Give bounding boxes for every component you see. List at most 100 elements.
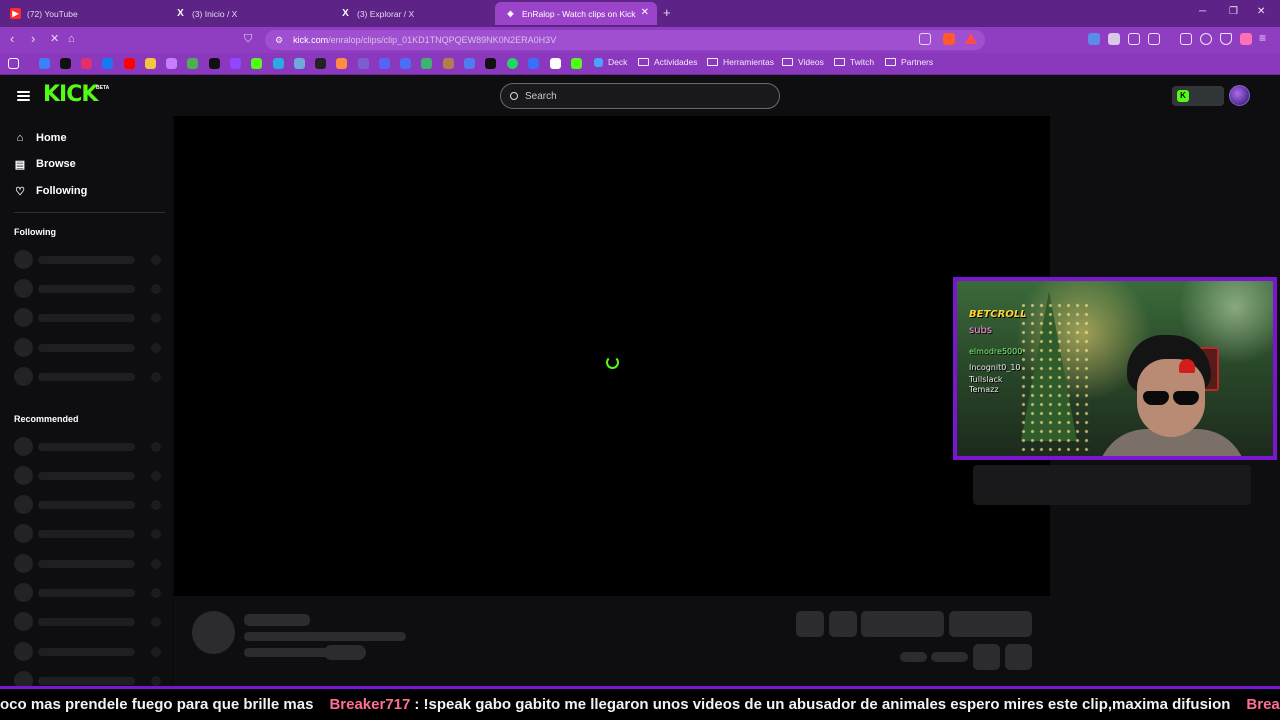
bookmark-favicon[interactable] bbox=[315, 58, 326, 69]
brave-rewards-icon[interactable] bbox=[965, 33, 977, 44]
skeleton-channel-row bbox=[14, 437, 164, 456]
tab-x-explorar[interactable]: X (3) Explorar / X bbox=[330, 2, 495, 25]
overlay-sub-name: elmodre5000 bbox=[969, 347, 1023, 356]
restore-icon[interactable]: ❐ bbox=[1229, 6, 1238, 17]
bookmark-folder-twitch[interactable]: Twitch bbox=[834, 57, 874, 67]
sponsor-logo: BETCROLL bbox=[969, 309, 1027, 320]
button-placeholder bbox=[973, 644, 1000, 670]
sidebar-toggle-icon[interactable] bbox=[1148, 33, 1160, 45]
new-tab-button[interactable]: + bbox=[663, 5, 671, 20]
bookmark-favicon[interactable] bbox=[294, 58, 305, 69]
bookmark-favicon[interactable] bbox=[358, 58, 369, 69]
forward-icon[interactable]: › bbox=[31, 32, 35, 46]
tiktok-icon[interactable] bbox=[60, 58, 71, 69]
share-icon[interactable] bbox=[919, 33, 931, 45]
tab-youtube[interactable]: ▶ (72) YouTube bbox=[0, 2, 165, 25]
bookmark-favicon[interactable] bbox=[187, 58, 198, 69]
extension-icon-1[interactable] bbox=[1088, 33, 1100, 45]
content-placeholder bbox=[973, 465, 1251, 505]
extensions-puzzle-icon[interactable] bbox=[1128, 33, 1140, 45]
tab-x-inicio[interactable]: X (3) Inicio / X bbox=[165, 2, 330, 25]
kick-logo[interactable]: KICK bbox=[43, 84, 98, 106]
skeleton-channel-row bbox=[14, 642, 164, 661]
stop-loading-icon[interactable]: ✕ bbox=[50, 32, 59, 46]
bookmark-icon[interactable]: ⛉ bbox=[244, 32, 252, 46]
site-info-icon[interactable]: ⚙ bbox=[275, 35, 283, 46]
bookmark-favicon[interactable] bbox=[485, 58, 496, 69]
user-avatar[interactable] bbox=[1229, 85, 1250, 106]
bookmark-folder-actividades[interactable]: Actividades bbox=[638, 57, 697, 67]
bookmark-favicon[interactable] bbox=[528, 58, 539, 69]
leo-ai-icon[interactable] bbox=[1200, 33, 1212, 45]
sidebar: ⌂ Home ▤ Browse ♡ Following Following Re… bbox=[0, 116, 172, 690]
bookmark-label: Videos bbox=[798, 57, 824, 67]
extension-icon-2[interactable] bbox=[1108, 33, 1120, 45]
wallet-icon[interactable] bbox=[1180, 33, 1192, 45]
back-icon[interactable]: ‹ bbox=[10, 32, 14, 46]
small-placeholder bbox=[900, 652, 927, 662]
home-browser-icon[interactable]: ⌂ bbox=[68, 32, 75, 46]
ticker-username: Breaker bbox=[1246, 696, 1280, 713]
ticker-message-prefix: oco mas prendele fuego para que brille m… bbox=[0, 696, 314, 713]
search-input[interactable]: Search bbox=[500, 83, 780, 109]
browse-icon: ▤ bbox=[14, 158, 26, 171]
x-bookmark-icon[interactable] bbox=[209, 58, 220, 69]
deck-icon bbox=[594, 57, 603, 67]
folder-icon bbox=[638, 58, 649, 66]
vpn-icon[interactable] bbox=[1220, 33, 1232, 45]
bookmark-deck[interactable]: Deck bbox=[594, 57, 627, 67]
skeleton-channel-row bbox=[14, 495, 164, 514]
bookmark-favicon[interactable] bbox=[550, 58, 561, 69]
address-bar-row: ‹ › ✕ ⌂ ⛉ ⚙ kick.com/enralop/clips/clip_… bbox=[0, 27, 1280, 53]
bookmark-favicon[interactable] bbox=[379, 58, 390, 69]
bookmark-favicon[interactable] bbox=[39, 58, 50, 69]
profile-icon[interactable] bbox=[1240, 33, 1252, 45]
beta-badge: BETA bbox=[96, 85, 110, 91]
folder-icon bbox=[782, 58, 793, 66]
hamburger-menu-icon[interactable] bbox=[17, 91, 30, 101]
sidebar-item-browse[interactable]: ▤ Browse bbox=[14, 154, 76, 174]
bookmark-favicon[interactable] bbox=[443, 58, 454, 69]
tab-label: (72) YouTube bbox=[27, 8, 78, 19]
bookmark-folder-videos[interactable]: Videos bbox=[782, 57, 824, 67]
close-tab-icon[interactable]: ✕ bbox=[641, 7, 649, 18]
youtube-bookmark-icon[interactable] bbox=[124, 58, 135, 69]
bookmark-label: Actividades bbox=[654, 57, 698, 67]
bookmark-favicon[interactable] bbox=[571, 58, 582, 69]
folder-icon bbox=[885, 58, 896, 66]
bookmark-favicon[interactable] bbox=[166, 58, 177, 69]
bookmark-folder-partners[interactable]: Partners bbox=[885, 57, 933, 67]
tree-lights-image bbox=[1019, 301, 1089, 451]
sidebar-divider bbox=[14, 212, 165, 213]
header-action-button[interactable]: K bbox=[1172, 86, 1224, 106]
kick-bookmark-icon[interactable] bbox=[251, 58, 262, 69]
apps-grid-icon[interactable] bbox=[8, 58, 19, 69]
minimize-icon[interactable]: ─ bbox=[1199, 6, 1206, 17]
bookmark-favicon[interactable] bbox=[336, 58, 347, 69]
following-section-heading: Following bbox=[14, 227, 56, 237]
sidebar-item-following[interactable]: ♡ Following bbox=[14, 181, 87, 201]
skeleton-channel-row bbox=[14, 554, 164, 573]
bookmark-favicon[interactable] bbox=[145, 58, 156, 69]
bookmark-folder-herramientas[interactable]: Herramientas bbox=[707, 57, 774, 67]
close-window-icon[interactable]: ✕ bbox=[1257, 6, 1265, 17]
bookmark-favicon[interactable] bbox=[421, 58, 432, 69]
clip-video-player[interactable] bbox=[174, 116, 1050, 596]
recommended-section-heading: Recommended bbox=[14, 414, 79, 424]
sidebar-item-home[interactable]: ⌂ Home bbox=[14, 128, 67, 148]
facebook-icon[interactable] bbox=[102, 58, 113, 69]
whatsapp-icon[interactable] bbox=[507, 58, 518, 69]
clip-info-skeleton bbox=[174, 596, 1050, 686]
skeleton-channel-row bbox=[14, 338, 164, 357]
twitch-bookmark-icon[interactable] bbox=[230, 58, 241, 69]
tab-kick-active[interactable]: ◈ EnRalop - Watch clips on Kick ✕ bbox=[495, 2, 657, 25]
instagram-icon[interactable] bbox=[81, 58, 92, 69]
ticker-message: : !speak gabo gabito me llegaron unos vi… bbox=[414, 696, 1231, 713]
bookmark-favicon[interactable] bbox=[400, 58, 411, 69]
bookmark-favicon[interactable] bbox=[464, 58, 475, 69]
skeleton-channel-row bbox=[14, 367, 164, 386]
url-field[interactable]: ⚙ kick.com/enralop/clips/clip_01KD1TNQPQ… bbox=[265, 30, 985, 50]
bookmark-favicon[interactable] bbox=[273, 58, 284, 69]
brave-shield-icon[interactable] bbox=[943, 33, 955, 45]
menu-icon[interactable]: ≡ bbox=[1259, 31, 1266, 45]
